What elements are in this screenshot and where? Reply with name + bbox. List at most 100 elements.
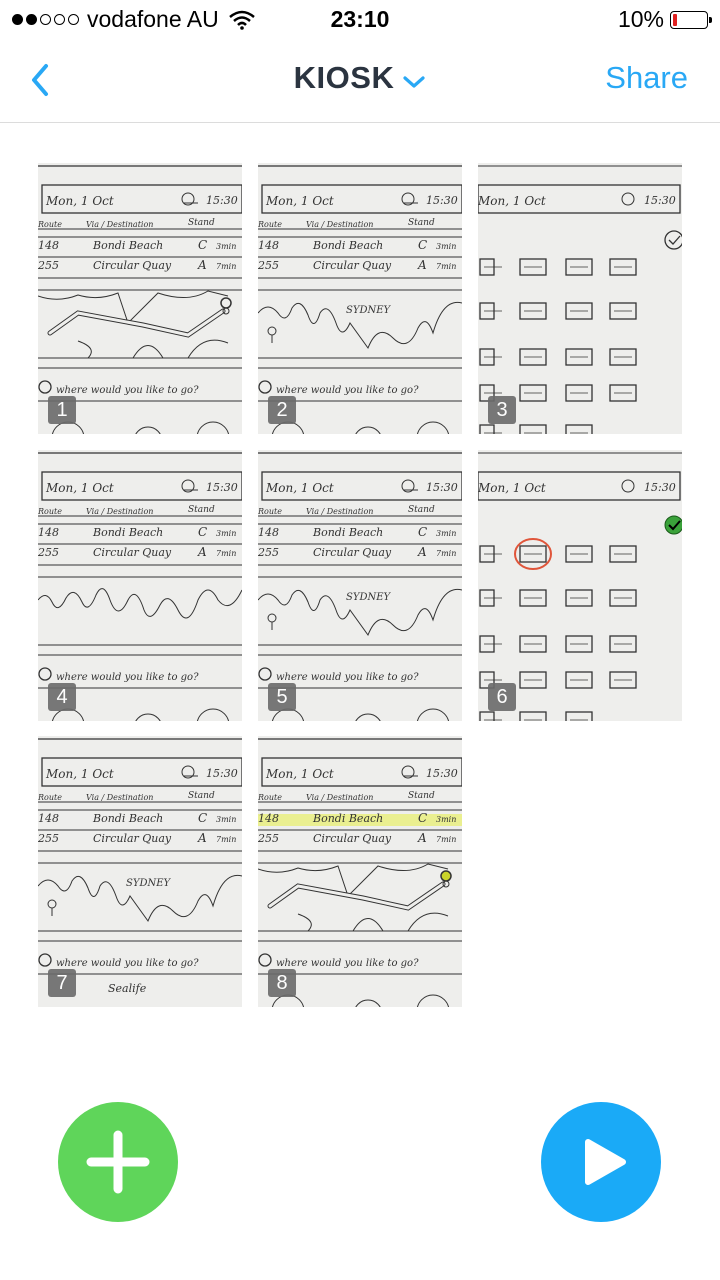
svg-text:15:30: 15:30 [644, 481, 676, 494]
screen-number-badge: 8 [268, 969, 296, 997]
screen-thumbnail[interactable]: Central Station Mon, 1 Oct 15:30 Route Via /… [258, 163, 462, 434]
svg-text:15:30: 15:30 [206, 767, 238, 780]
svg-text:Via / Destination: Via / Destination [86, 793, 153, 802]
share-button[interactable]: Share [605, 60, 688, 96]
svg-text:3min: 3min [216, 242, 236, 251]
svg-text:7min: 7min [436, 549, 456, 558]
svg-text:Bondi Beach: Bondi Beach [92, 812, 163, 825]
svg-text:where would you like to go?: where would you like to go? [56, 958, 199, 969]
svg-text:Mon, 1 Oct: Mon, 1 Oct [265, 481, 334, 495]
svg-text:Circular Quay: Circular Quay [93, 832, 172, 845]
svg-text:Route: Route [38, 793, 62, 802]
screen-number-badge: 3 [488, 396, 516, 424]
svg-text:Mon, 1 Oct: Mon, 1 Oct [478, 481, 546, 495]
svg-text:Via / Destination: Via / Destination [86, 220, 153, 229]
sketch-image: Central Station Mon, 1 Oct 15:30 Route Via /… [258, 450, 462, 721]
screen-thumbnail[interactable]: Central Station Mon, 1 Oct 15:30 Route Via /… [258, 736, 462, 1007]
svg-text:7min: 7min [216, 549, 236, 558]
svg-text:Route: Route [258, 507, 282, 516]
battery-icon [670, 10, 712, 29]
svg-text:Route: Route [258, 220, 282, 229]
svg-text:7min: 7min [216, 835, 236, 844]
svg-text:Via / Destination: Via / Destination [306, 507, 373, 516]
svg-text:A: A [417, 258, 427, 272]
svg-text:3min: 3min [436, 529, 456, 538]
svg-text:A: A [197, 545, 207, 559]
svg-text:Route: Route [38, 220, 62, 229]
svg-text:Mon, 1 Oct: Mon, 1 Oct [45, 194, 114, 208]
svg-text:Stand: Stand [188, 791, 215, 801]
screen-number-badge: 6 [488, 683, 516, 711]
svg-text:where would you like to go?: where would you like to go? [56, 385, 199, 396]
svg-text:where would you like to go?: where would you like to go? [56, 672, 199, 683]
svg-text:148: 148 [258, 239, 279, 252]
screen-thumbnail[interactable]: Central Station Mon, 1 Oct 15:30 Route Via /… [38, 736, 242, 1007]
svg-text:3min: 3min [436, 242, 456, 251]
svg-text:148: 148 [38, 526, 59, 539]
svg-text:255: 255 [38, 259, 59, 272]
svg-text:Central Station: Central Station [78, 736, 202, 740]
svg-text:Via / Destination: Via / Destination [306, 220, 373, 229]
screen-thumbnail[interactable]: Central Station Mon, 1 Oct 15:30 Route Via /… [38, 163, 242, 434]
svg-text:Bondi Beach: Bondi Beach [312, 526, 383, 539]
screen-number-badge: 7 [48, 969, 76, 997]
screen-thumbnail[interactable]: Central Station Mon, 1 Oct 15:30 Route Via /… [38, 450, 242, 721]
svg-text:C: C [198, 238, 207, 252]
svg-text:Bondi Beach: Bondi Beach [312, 239, 383, 252]
svg-text:Bondi Beach: Bondi Beach [312, 812, 383, 825]
screen-thumbnail[interactable]: Central Station Mon, 1 Oct 15:30 3 [478, 163, 682, 434]
svg-text:Circular Quay: Circular Quay [93, 259, 172, 272]
svg-text:15:30: 15:30 [206, 194, 238, 207]
svg-text:Mon, 1 Oct: Mon, 1 Oct [265, 767, 334, 781]
svg-text:Central Station: Central Station [298, 736, 422, 740]
svg-text:Stand: Stand [408, 505, 435, 515]
svg-text:Via / Destination: Via / Destination [86, 507, 153, 516]
status-bar: vodafone AU 23:10 10% [0, 0, 720, 40]
svg-text:C: C [198, 525, 207, 539]
screen-number-badge: 2 [268, 396, 296, 424]
project-title: KIOSK [293, 60, 395, 95]
svg-text:A: A [197, 258, 207, 272]
nav-bar: KIOSK Share [0, 40, 720, 123]
play-icon [585, 1139, 626, 1185]
svg-text:SYDNEY: SYDNEY [126, 878, 172, 889]
svg-text:Circular Quay: Circular Quay [313, 546, 392, 559]
screen-number-badge: 5 [268, 683, 296, 711]
svg-text:15:30: 15:30 [206, 481, 238, 494]
add-screen-button[interactable] [58, 1102, 178, 1222]
svg-text:C: C [198, 811, 207, 825]
sketch-image: Central Station Mon, 1 Oct 15:30 [478, 450, 682, 721]
svg-text:255: 255 [38, 832, 59, 845]
svg-text:Bondi Beach: Bondi Beach [92, 239, 163, 252]
svg-text:Route: Route [38, 507, 62, 516]
svg-text:148: 148 [258, 812, 279, 825]
screen-thumbnail[interactable]: Central Station Mon, 1 Oct 15:30 6 [478, 450, 682, 721]
svg-text:255: 255 [38, 546, 59, 559]
sketch-image: Central Station Mon, 1 Oct 15:30 Route Via /… [258, 736, 462, 1007]
svg-text:Mon, 1 Oct: Mon, 1 Oct [45, 481, 114, 495]
svg-text:SYDNEY: SYDNEY [346, 305, 392, 316]
plus-icon [86, 1130, 150, 1194]
svg-text:A: A [417, 831, 427, 845]
svg-text:Route: Route [258, 793, 282, 802]
svg-text:148: 148 [258, 526, 279, 539]
sketch-image: Central Station Mon, 1 Oct 15:30 Route Via /… [38, 163, 242, 434]
svg-text:Mon, 1 Oct: Mon, 1 Oct [45, 767, 114, 781]
svg-text:15:30: 15:30 [426, 481, 458, 494]
svg-text:Circular Quay: Circular Quay [313, 259, 392, 272]
play-prototype-button[interactable] [541, 1102, 661, 1222]
svg-text:Circular Quay: Circular Quay [93, 546, 172, 559]
svg-text:Central Station: Central Station [298, 163, 422, 167]
svg-text:7min: 7min [436, 835, 456, 844]
screen-number-badge: 4 [48, 683, 76, 711]
svg-text:Stand: Stand [188, 218, 215, 228]
svg-text:C: C [418, 238, 427, 252]
screen-thumbnail[interactable]: Central Station Mon, 1 Oct 15:30 Route Via /… [258, 450, 462, 721]
sketch-image: Central Station Mon, 1 Oct 15:30 Route Via /… [38, 450, 242, 721]
svg-text:Central Station: Central Station [78, 163, 202, 167]
screen-number-badge: 1 [48, 396, 76, 424]
svg-text:Stand: Stand [408, 791, 435, 801]
svg-text:where would you like to go?: where would you like to go? [276, 672, 419, 683]
svg-text:A: A [417, 545, 427, 559]
sketch-image: Central Station Mon, 1 Oct 15:30 Route Via /… [258, 163, 462, 434]
